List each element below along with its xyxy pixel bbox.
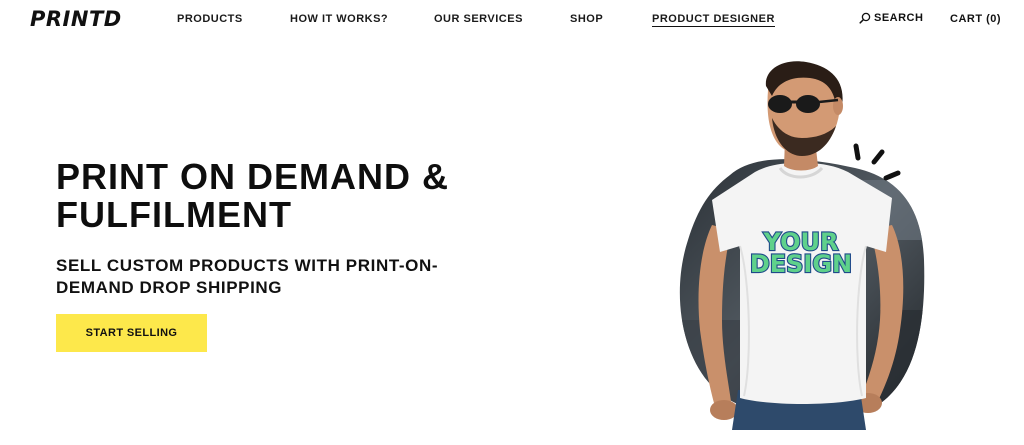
nav-item-how-it-works[interactable]: HOW IT WORKS?: [290, 13, 388, 25]
nav-item-our-services[interactable]: OUR SERVICES: [434, 13, 523, 25]
search-button[interactable]: SEARCH: [859, 12, 923, 24]
cart-button[interactable]: CART (0): [950, 13, 1001, 25]
hero-model-image: YOUR DESIGN: [679, 61, 925, 430]
search-label: SEARCH: [874, 12, 924, 24]
hero-title: PRINT ON DEMAND & FULFILMENT: [56, 156, 449, 235]
shirt-print: YOUR DESIGN: [749, 227, 854, 279]
start-selling-button[interactable]: START SELLING: [56, 314, 207, 352]
site-header: PRINTD PRODUCTS HOW IT WORKS? OUR SERVIC…: [0, 0, 1024, 40]
nav-item-shop[interactable]: SHOP: [570, 13, 603, 25]
search-icon: [859, 12, 871, 24]
shirt-print-line-2: DESIGN: [750, 250, 852, 278]
nav-item-product-designer[interactable]: PRODUCT DESIGNER: [652, 13, 775, 27]
hero-subtitle: SELL CUSTOM PRODUCTS WITH PRINT-ON-DEMAN…: [56, 256, 439, 297]
nav-item-products[interactable]: PRODUCTS: [177, 13, 243, 25]
